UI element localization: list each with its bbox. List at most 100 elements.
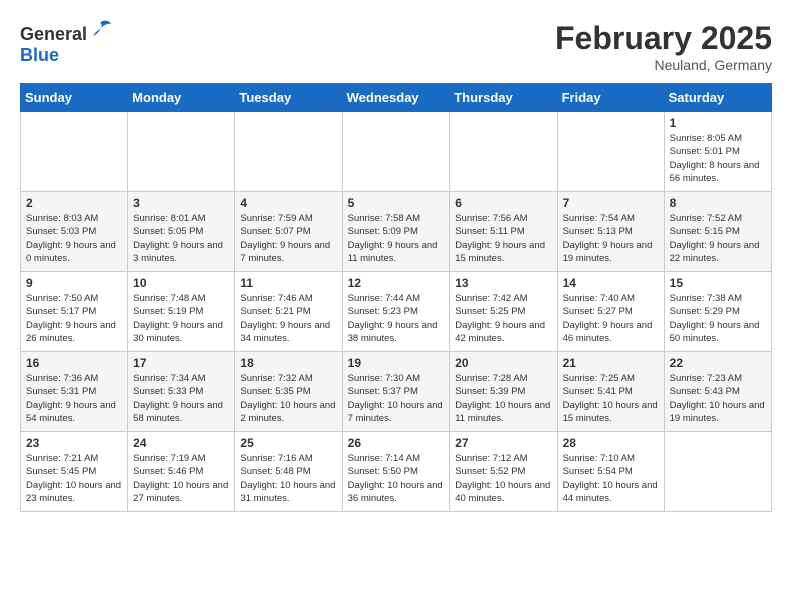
month-title: February 2025 bbox=[555, 20, 772, 57]
logo-general: General bbox=[20, 24, 87, 44]
logo: General Blue bbox=[20, 20, 113, 66]
day-number: 3 bbox=[133, 196, 229, 210]
calendar-table: SundayMondayTuesdayWednesdayThursdayFrid… bbox=[20, 83, 772, 512]
day-number: 5 bbox=[348, 196, 445, 210]
weekday-header-wednesday: Wednesday bbox=[342, 84, 450, 112]
day-info: Sunrise: 7:25 AM Sunset: 5:41 PM Dayligh… bbox=[563, 372, 659, 425]
day-info: Sunrise: 7:56 AM Sunset: 5:11 PM Dayligh… bbox=[455, 212, 551, 265]
day-number: 23 bbox=[26, 436, 122, 450]
calendar-cell: 10 Sunrise: 7:48 AM Sunset: 5:19 PM Dayli… bbox=[128, 272, 235, 352]
calendar-cell: 5Sunrise: 7:58 AM Sunset: 5:09 PM Daylig… bbox=[342, 192, 450, 272]
calendar-cell: 18 Sunrise: 7:32 AM Sunset: 5:35 PM Dayli… bbox=[235, 352, 342, 432]
day-info: Sunrise: 7:36 AM Sunset: 5:31 PM Dayligh… bbox=[26, 372, 122, 425]
calendar-cell: 14 Sunrise: 7:40 AM Sunset: 5:27 PM Dayli… bbox=[557, 272, 664, 352]
logo-blue: Blue bbox=[20, 45, 59, 65]
day-number: 27 bbox=[455, 436, 551, 450]
calendar-cell: 1 Sunrise: 8:05 AM Sunset: 5:01 PM Daylig… bbox=[664, 112, 771, 192]
day-number: 26 bbox=[348, 436, 445, 450]
day-info: Sunrise: 7:10 AM Sunset: 5:54 PM Dayligh… bbox=[563, 452, 659, 505]
day-info: Sunrise: 8:05 AM Sunset: 5:01 PM Dayligh… bbox=[670, 132, 766, 185]
calendar-week-1: 1 Sunrise: 8:05 AM Sunset: 5:01 PM Daylig… bbox=[21, 112, 772, 192]
day-info: Sunrise: 7:38 AM Sunset: 5:29 PM Dayligh… bbox=[670, 292, 766, 345]
calendar-week-3: 9 Sunrise: 7:50 AM Sunset: 5:17 PM Daylig… bbox=[21, 272, 772, 352]
day-number: 2 bbox=[26, 196, 122, 210]
calendar-cell: 25 Sunrise: 7:16 AM Sunset: 5:48 PM Dayli… bbox=[235, 432, 342, 512]
day-info: Sunrise: 7:12 AM Sunset: 5:52 PM Dayligh… bbox=[455, 452, 551, 505]
calendar-cell: 17Sunrise: 7:34 AM Sunset: 5:33 PM Dayli… bbox=[128, 352, 235, 432]
day-info: Sunrise: 7:16 AM Sunset: 5:48 PM Dayligh… bbox=[240, 452, 336, 505]
calendar-cell bbox=[342, 112, 450, 192]
day-info: Sunrise: 7:30 AM Sunset: 5:37 PM Dayligh… bbox=[348, 372, 445, 425]
day-info: Sunrise: 7:32 AM Sunset: 5:35 PM Dayligh… bbox=[240, 372, 336, 425]
day-info: Sunrise: 7:59 AM Sunset: 5:07 PM Dayligh… bbox=[240, 212, 336, 265]
calendar-cell: 13Sunrise: 7:42 AM Sunset: 5:25 PM Dayli… bbox=[450, 272, 557, 352]
weekday-header-row: SundayMondayTuesdayWednesdayThursdayFrid… bbox=[21, 84, 772, 112]
calendar-cell bbox=[235, 112, 342, 192]
day-number: 6 bbox=[455, 196, 551, 210]
day-number: 24 bbox=[133, 436, 229, 450]
day-number: 22 bbox=[670, 356, 766, 370]
calendar-cell: 9 Sunrise: 7:50 AM Sunset: 5:17 PM Daylig… bbox=[21, 272, 128, 352]
day-info: Sunrise: 8:01 AM Sunset: 5:05 PM Dayligh… bbox=[133, 212, 229, 265]
calendar-week-4: 16Sunrise: 7:36 AM Sunset: 5:31 PM Dayli… bbox=[21, 352, 772, 432]
calendar-cell: 4 Sunrise: 7:59 AM Sunset: 5:07 PM Daylig… bbox=[235, 192, 342, 272]
calendar-cell: 22 Sunrise: 7:23 AM Sunset: 5:43 PM Dayli… bbox=[664, 352, 771, 432]
day-number: 11 bbox=[240, 276, 336, 290]
day-number: 14 bbox=[563, 276, 659, 290]
logo-text: General Blue bbox=[20, 20, 113, 66]
day-number: 19 bbox=[348, 356, 445, 370]
day-number: 10 bbox=[133, 276, 229, 290]
calendar-cell: 21 Sunrise: 7:25 AM Sunset: 5:41 PM Dayli… bbox=[557, 352, 664, 432]
day-number: 18 bbox=[240, 356, 336, 370]
day-info: Sunrise: 7:48 AM Sunset: 5:19 PM Dayligh… bbox=[133, 292, 229, 345]
calendar-cell: 27 Sunrise: 7:12 AM Sunset: 5:52 PM Dayli… bbox=[450, 432, 557, 512]
calendar-cell: 20 Sunrise: 7:28 AM Sunset: 5:39 PM Dayli… bbox=[450, 352, 557, 432]
calendar-cell: 7 Sunrise: 7:54 AM Sunset: 5:13 PM Daylig… bbox=[557, 192, 664, 272]
day-number: 9 bbox=[26, 276, 122, 290]
day-number: 12 bbox=[348, 276, 445, 290]
day-info: Sunrise: 7:21 AM Sunset: 5:45 PM Dayligh… bbox=[26, 452, 122, 505]
page-header: General Blue February 2025 Neuland, Germ… bbox=[20, 20, 772, 73]
calendar-cell bbox=[557, 112, 664, 192]
day-number: 20 bbox=[455, 356, 551, 370]
weekday-header-sunday: Sunday bbox=[21, 84, 128, 112]
day-info: Sunrise: 7:54 AM Sunset: 5:13 PM Dayligh… bbox=[563, 212, 659, 265]
weekday-header-tuesday: Tuesday bbox=[235, 84, 342, 112]
calendar-cell: 15Sunrise: 7:38 AM Sunset: 5:29 PM Dayli… bbox=[664, 272, 771, 352]
day-number: 17 bbox=[133, 356, 229, 370]
day-number: 21 bbox=[563, 356, 659, 370]
day-number: 4 bbox=[240, 196, 336, 210]
calendar-cell: 11 Sunrise: 7:46 AM Sunset: 5:21 PM Dayli… bbox=[235, 272, 342, 352]
day-info: Sunrise: 7:40 AM Sunset: 5:27 PM Dayligh… bbox=[563, 292, 659, 345]
day-info: Sunrise: 7:14 AM Sunset: 5:50 PM Dayligh… bbox=[348, 452, 445, 505]
day-info: Sunrise: 7:52 AM Sunset: 5:15 PM Dayligh… bbox=[670, 212, 766, 265]
calendar-cell bbox=[450, 112, 557, 192]
calendar-cell: 26 Sunrise: 7:14 AM Sunset: 5:50 PM Dayli… bbox=[342, 432, 450, 512]
calendar-cell bbox=[128, 112, 235, 192]
day-number: 28 bbox=[563, 436, 659, 450]
day-info: Sunrise: 7:19 AM Sunset: 5:46 PM Dayligh… bbox=[133, 452, 229, 505]
title-block: February 2025 Neuland, Germany bbox=[555, 20, 772, 73]
day-number: 7 bbox=[563, 196, 659, 210]
day-info: Sunrise: 7:44 AM Sunset: 5:23 PM Dayligh… bbox=[348, 292, 445, 345]
day-number: 25 bbox=[240, 436, 336, 450]
day-info: Sunrise: 8:03 AM Sunset: 5:03 PM Dayligh… bbox=[26, 212, 122, 265]
calendar-week-2: 2 Sunrise: 8:03 AM Sunset: 5:03 PM Daylig… bbox=[21, 192, 772, 272]
day-info: Sunrise: 7:23 AM Sunset: 5:43 PM Dayligh… bbox=[670, 372, 766, 425]
calendar-cell: 8 Sunrise: 7:52 AM Sunset: 5:15 PM Daylig… bbox=[664, 192, 771, 272]
calendar-cell: 6 Sunrise: 7:56 AM Sunset: 5:11 PM Daylig… bbox=[450, 192, 557, 272]
day-number: 8 bbox=[670, 196, 766, 210]
weekday-header-monday: Monday bbox=[128, 84, 235, 112]
calendar-cell bbox=[664, 432, 771, 512]
day-info: Sunrise: 7:50 AM Sunset: 5:17 PM Dayligh… bbox=[26, 292, 122, 345]
logo-bird-icon bbox=[89, 20, 113, 40]
calendar-cell: 28 Sunrise: 7:10 AM Sunset: 5:54 PM Dayli… bbox=[557, 432, 664, 512]
day-info: Sunrise: 7:28 AM Sunset: 5:39 PM Dayligh… bbox=[455, 372, 551, 425]
day-number: 13 bbox=[455, 276, 551, 290]
location: Neuland, Germany bbox=[555, 57, 772, 73]
day-info: Sunrise: 7:46 AM Sunset: 5:21 PM Dayligh… bbox=[240, 292, 336, 345]
day-number: 1 bbox=[670, 116, 766, 130]
weekday-header-friday: Friday bbox=[557, 84, 664, 112]
calendar-cell: 16Sunrise: 7:36 AM Sunset: 5:31 PM Dayli… bbox=[21, 352, 128, 432]
calendar-cell: 23 Sunrise: 7:21 AM Sunset: 5:45 PM Dayli… bbox=[21, 432, 128, 512]
